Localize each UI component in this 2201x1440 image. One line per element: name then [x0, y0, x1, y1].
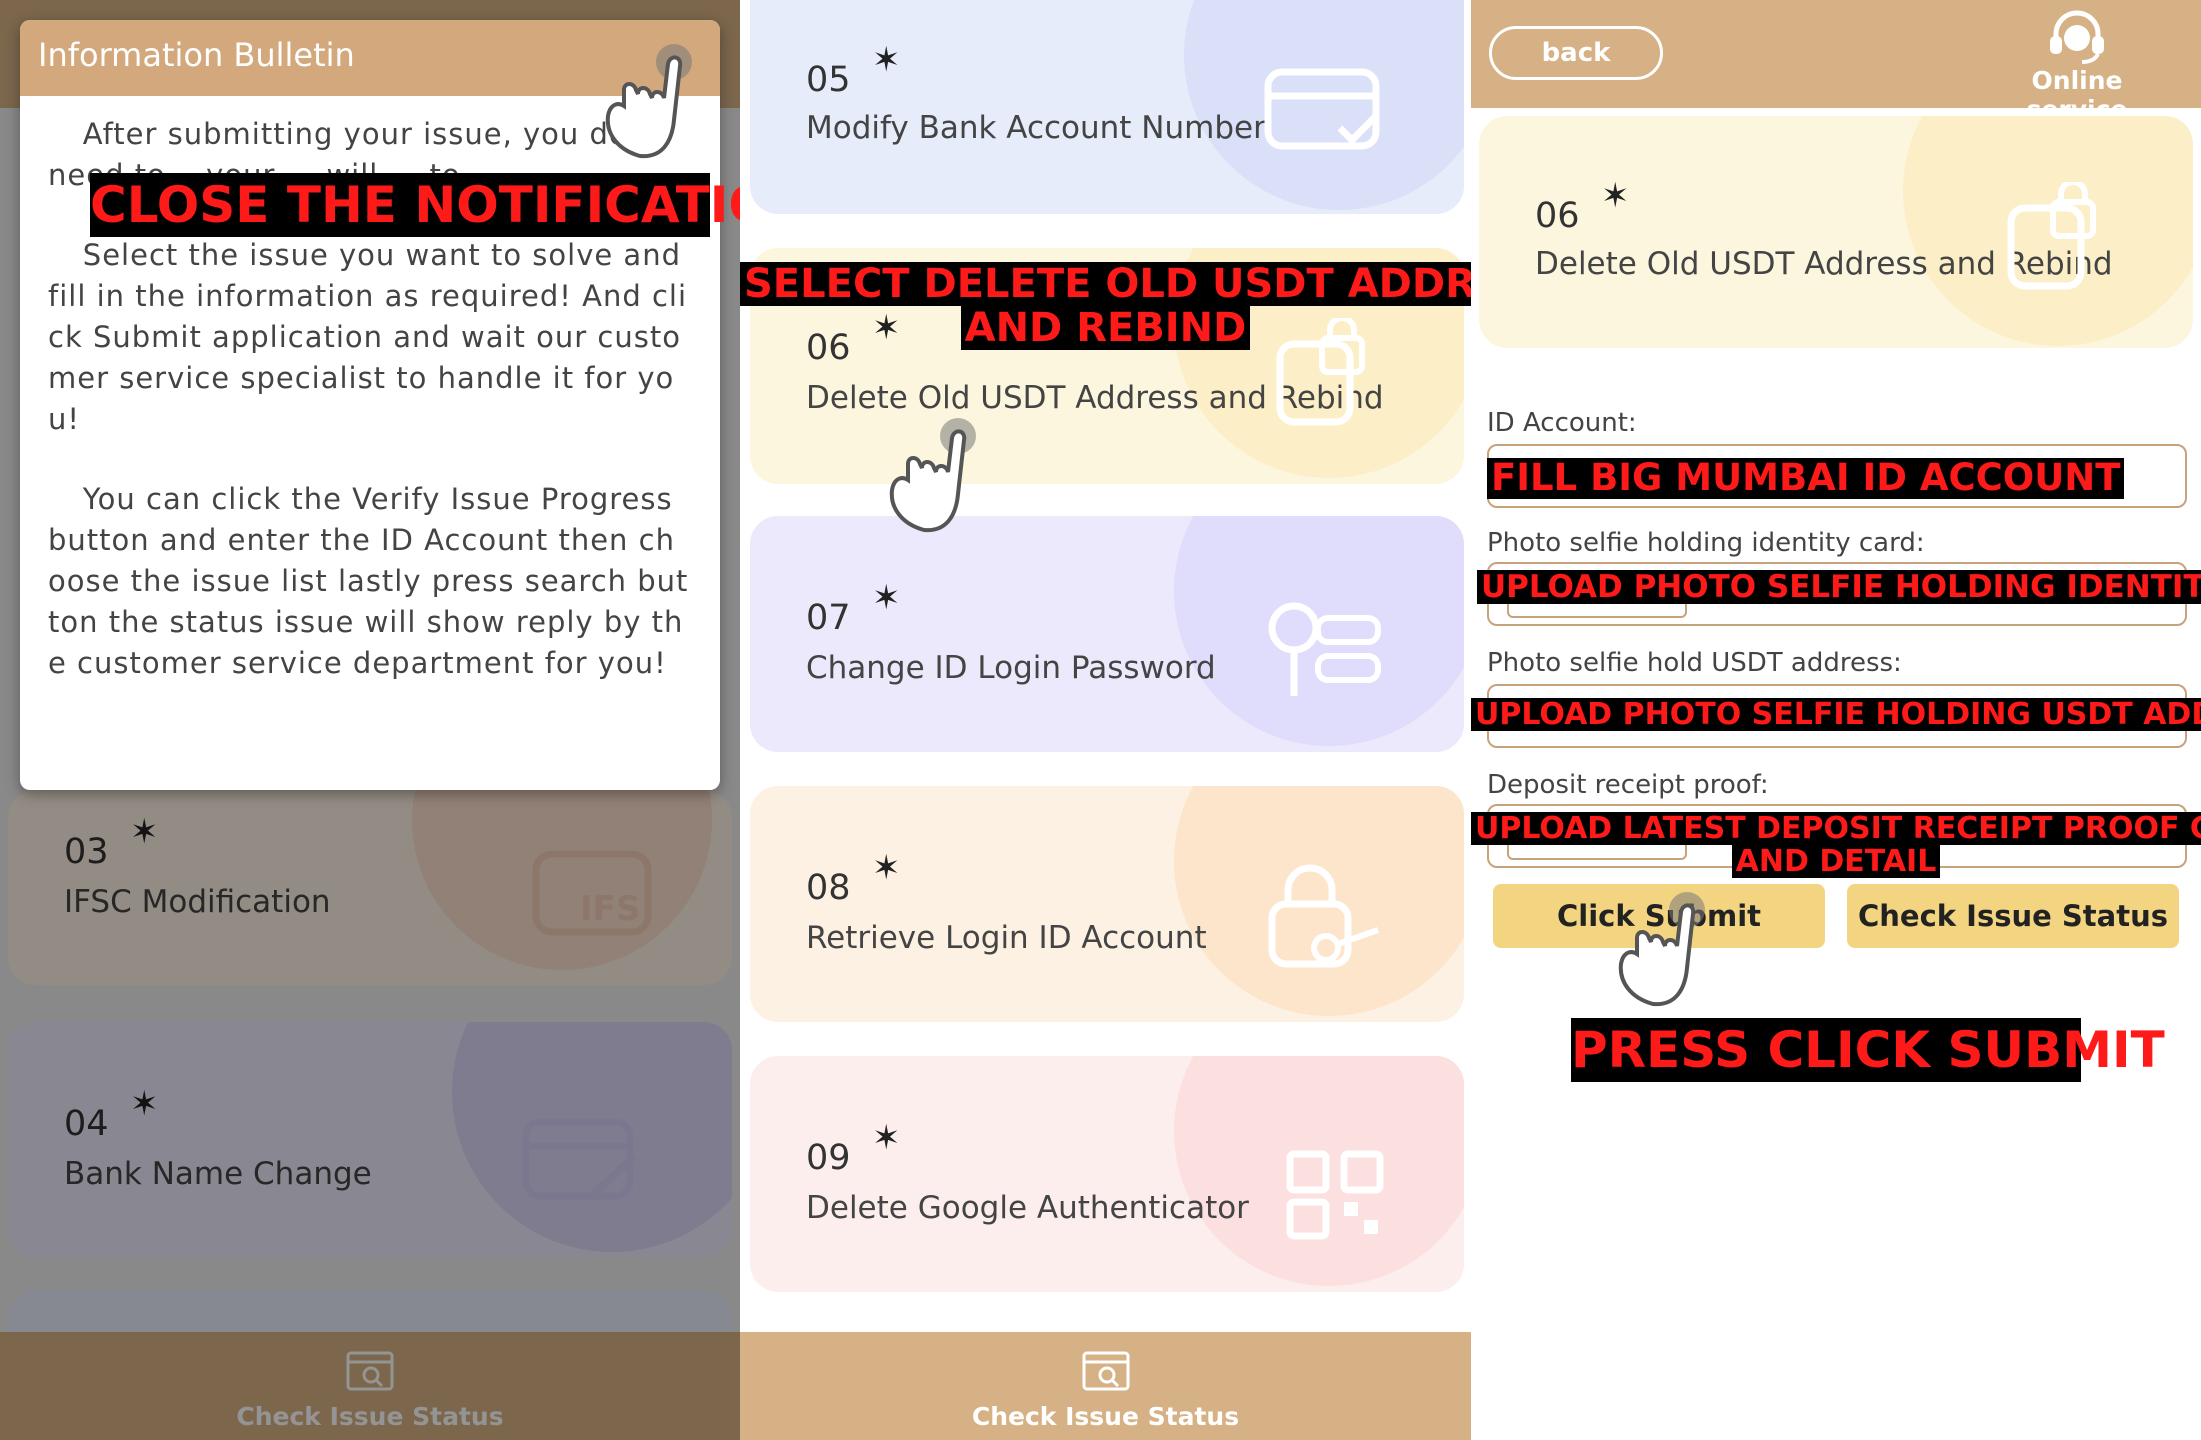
annotation-upload-usdt: UPLOAD PHOTO SELFIE HOLDING USDT ADDRESS [1471, 698, 2201, 731]
bottom-nav[interactable]: Check Issue Status [740, 1332, 1471, 1440]
card-label: Modify Bank Account Number [806, 110, 1266, 146]
annotation-close-notification: CLOSE THE NOTIFICATION [90, 173, 740, 237]
card-label: Delete Google Authenticator [806, 1190, 1249, 1226]
check-issue-status-button[interactable]: Check Issue Status [1847, 884, 2179, 948]
card-label: Retrieve Login ID Account [806, 920, 1207, 956]
card-number: 09 [806, 1138, 851, 1178]
annotation-line: SELECT DELETE OLD USDT ADDRESS [740, 262, 1471, 306]
panel-issue-list: 05 ✶ Modify Bank Account Number 06 ✶ Del… [740, 0, 1471, 1440]
card-label: Change ID Login Password [806, 650, 1216, 686]
annotation-press-submit: PRESS CLICK SUBMIT [1571, 1018, 2165, 1082]
annotation-fill-id: FILL BIG MUMBAI ID ACCOUNT [1487, 457, 2125, 499]
star-icon: ✶ [1601, 176, 1630, 216]
selfie-identity-label: Photo selfie holding identity card: [1487, 528, 1925, 558]
header: back Online service [1471, 0, 2201, 124]
key-icon [1268, 602, 1381, 696]
check-issue-status-label: Check Issue Status [971, 1402, 1240, 1431]
card-number: 06 [1535, 196, 1580, 236]
card-check-icon [1264, 68, 1380, 150]
star-icon: ✶ [872, 578, 901, 618]
pointing-hand-icon [1618, 892, 1705, 1007]
star-icon: ✶ [872, 1118, 901, 1158]
pointing-hand-icon [605, 44, 692, 159]
lock-key-icon [1268, 864, 1379, 968]
card-number: 07 [806, 598, 851, 638]
annotation-line: UPLOAD LATEST DEPOSIT RECEIPT PROOF CLEA… [1471, 812, 2201, 845]
selfie-usdt-label: Photo selfie hold USDT address: [1487, 648, 1902, 678]
id-account-label: ID Account: [1487, 408, 1637, 438]
star-icon: ✶ [872, 40, 901, 80]
annotation-upload-deposit: UPLOAD LATEST DEPOSIT RECEIPT PROOF CLEA… [1471, 812, 2201, 878]
deposit-proof-label: Deposit receipt proof: [1487, 770, 1769, 800]
selected-issue-card: 06 ✶ Delete Old USDT Address and Rebind [1479, 116, 2193, 348]
annotation-line: AND DETAIL [1731, 845, 1941, 878]
search-document-icon [1082, 1351, 1129, 1391]
panel-bulletin: 03 ✶ IFSC Modification IFS 04 ✶ Bank Nam… [0, 0, 740, 1440]
lock-icon [2007, 182, 2096, 290]
pointing-hand-icon [889, 418, 976, 533]
issue-card-07[interactable]: 07 ✶ Change ID Login Password [750, 516, 1464, 752]
star-icon: ✶ [872, 848, 901, 888]
online-service-button[interactable]: Online service [1977, 8, 2177, 124]
card-number: 08 [806, 868, 851, 908]
card-number: 05 [806, 60, 851, 100]
panel-form: back Online service 06 ✶ Delete Old USDT… [1471, 0, 2201, 1440]
bulletin-paragraph: Select the issue you want to solve and f… [48, 238, 688, 436]
bulletin-paragraph: You can click the Verify Issue Progress … [48, 482, 689, 680]
back-button[interactable]: back [1489, 26, 1663, 80]
issue-card-08[interactable]: 08 ✶ Retrieve Login ID Account [750, 786, 1464, 1022]
annotation-select-issue: SELECT DELETE OLD USDT ADDRESS AND REBIN… [740, 262, 1471, 350]
issue-card-05[interactable]: 05 ✶ Modify Bank Account Number [750, 0, 1464, 214]
annotation-line: AND REBIND [960, 306, 1251, 350]
issue-card-09[interactable]: 09 ✶ Delete Google Authenticator [750, 1056, 1464, 1292]
annotation-upload-identity: UPLOAD PHOTO SELFIE HOLDING IDENTITY CAR [1477, 570, 2201, 605]
qr-icon [1286, 1150, 1384, 1240]
headset-icon [2050, 10, 2104, 64]
